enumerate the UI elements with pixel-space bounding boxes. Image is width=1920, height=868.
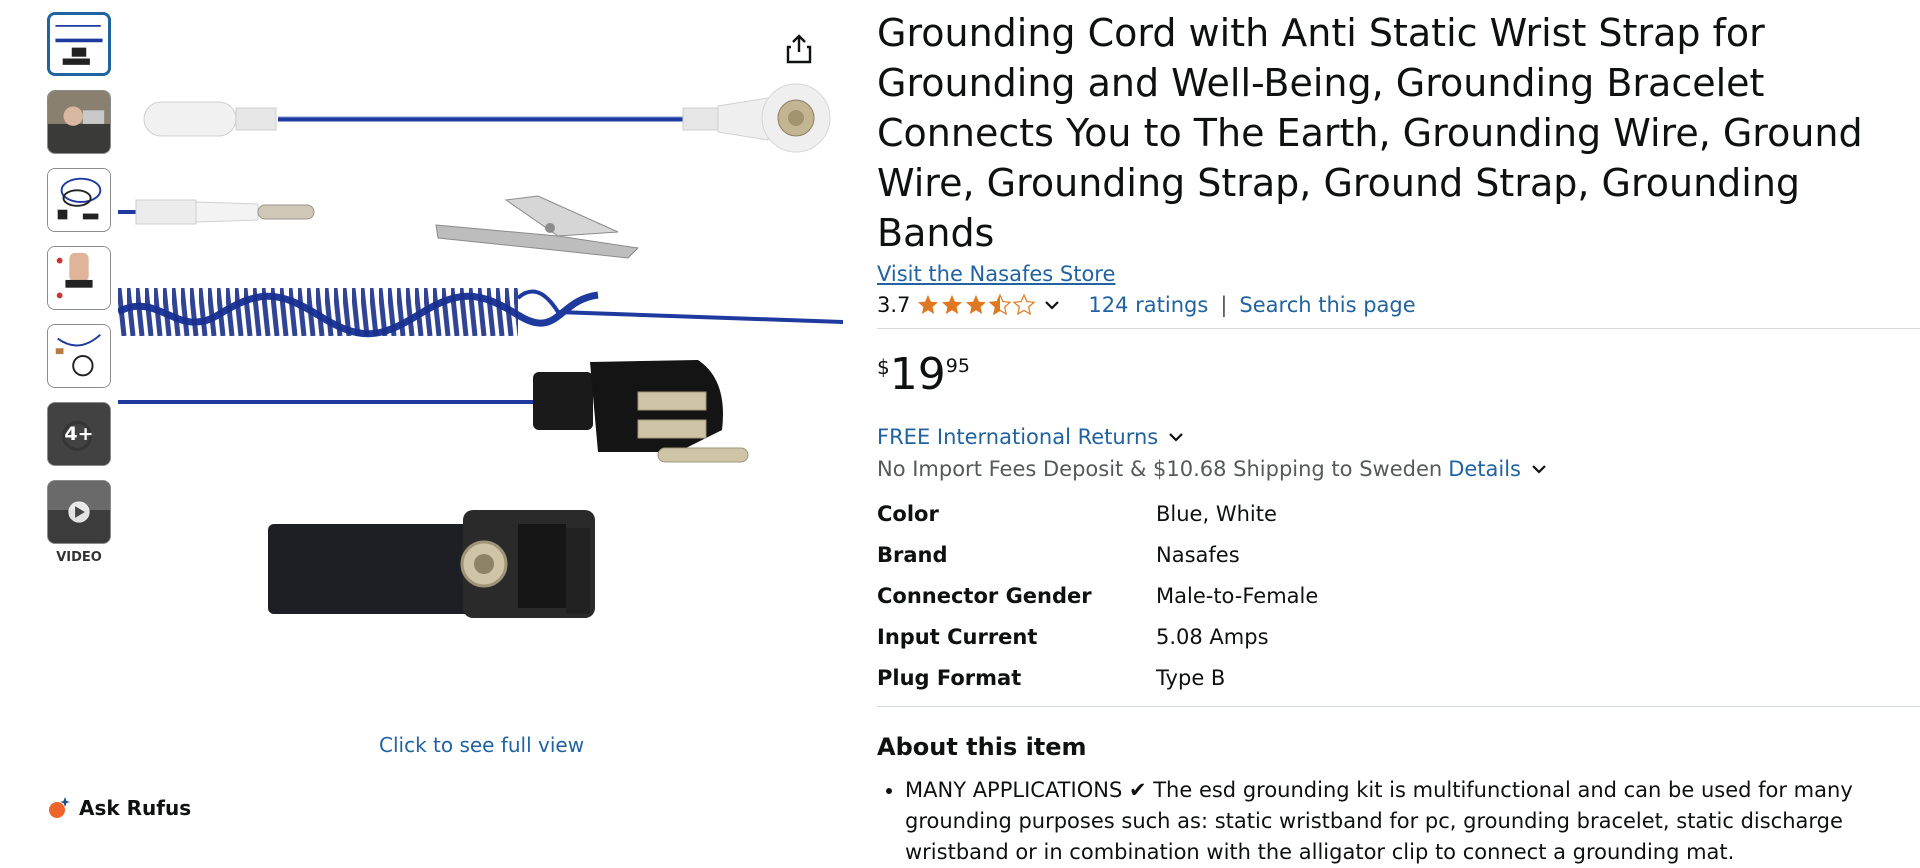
spec-key: Connector Gender [877,583,1092,608]
thumbnail-video[interactable] [47,480,111,544]
store-link[interactable]: Visit the Nasafes Store [877,262,1115,286]
returns-dropdown[interactable]: FREE International Returns [877,425,1920,449]
divider [877,328,1920,329]
product-title: Grounding Cord with Anti Static Wrist St… [877,11,1863,255]
spec-row: Brand Nasafes [877,534,1318,575]
star-half-icon [988,293,1012,316]
spec-value: Blue, White [1156,501,1277,526]
spec-value: Nasafes [1156,542,1240,567]
main-product-image[interactable] [118,0,843,690]
spec-row: Input Current 5.08 Amps [877,616,1318,657]
price: $ 19 95 [877,351,1920,401]
video-thumbnail-icon [48,481,110,543]
full-view-link[interactable]: Click to see full view [379,733,584,757]
share-button[interactable] [782,32,816,66]
spec-row: Connector Gender Male-to-Female [877,575,1318,616]
thumbnail-1[interactable] [47,12,111,76]
price-whole: 19 [889,349,946,400]
share-icon [786,34,812,64]
thumbnail-3[interactable] [47,168,111,232]
chevron-down-icon [1169,433,1183,442]
star-full-icon [966,295,987,314]
thumbnail-2[interactable] [47,90,111,154]
thumbnail-more[interactable]: 4+ [47,402,111,466]
thumbnail-image [48,325,110,387]
search-page-link[interactable]: Search this page [1239,293,1415,317]
ask-rufus-label: Ask Rufus [79,796,192,820]
spec-key: Plug Format [877,665,1022,690]
more-images-count: 4+ [48,403,110,465]
thumbnail-image [48,247,110,309]
spec-row: Plug Format Type B [877,657,1318,698]
star-rating[interactable] [916,293,1036,317]
returns-label: FREE International Returns [877,425,1159,449]
thumbnail-4[interactable] [47,246,111,310]
spec-value: 5.08 Amps [1156,624,1269,649]
video-label: VIDEO [56,550,102,565]
product-details: Grounding Cord with Anti Static Wrist St… [877,8,1920,868]
thumbnail-strip: 4+ VIDEO [47,12,115,565]
shipping-text: No Import Fees Deposit & $10.68 Shipping… [877,457,1443,481]
spec-table: Color Blue, White Brand Nasafes Connecto… [877,493,1318,698]
thumbnail-image [48,91,110,153]
chevron-down-icon[interactable] [1042,295,1062,315]
shipping-details-link[interactable]: Details [1448,457,1521,481]
about-heading: About this item [877,733,1087,761]
rating-separator: | [1220,293,1228,317]
rufus-icon [49,797,70,818]
spec-key: Brand [877,542,948,567]
star-full-icon [918,295,939,314]
chevron-down-icon[interactable] [1529,459,1549,479]
ask-rufus-button[interactable]: Ask Rufus [47,796,191,820]
spec-value: Male-to-Female [1156,583,1319,608]
ratings-count-link[interactable]: 124 ratings [1088,293,1208,317]
rating-row: 3.7 124 ratings | Search this page [877,290,1920,320]
price-currency: $ [877,355,890,379]
spec-value: Type B [1156,665,1226,690]
spec-row: Color Blue, White [877,493,1318,534]
spec-key: Input Current [877,624,1038,649]
star-empty-icon [1012,293,1036,316]
price-fraction: 95 [945,355,970,377]
thumbnail-image [48,169,110,231]
divider [877,706,1920,707]
rating-value: 3.7 [877,293,911,317]
spec-key: Color [877,501,939,526]
shipping-info: No Import Fees Deposit & $10.68 Shipping… [877,457,1920,481]
thumbnail-image [50,15,108,73]
product-photo [118,0,843,690]
thumbnail-5[interactable] [47,324,111,388]
star-full-icon [942,295,963,314]
